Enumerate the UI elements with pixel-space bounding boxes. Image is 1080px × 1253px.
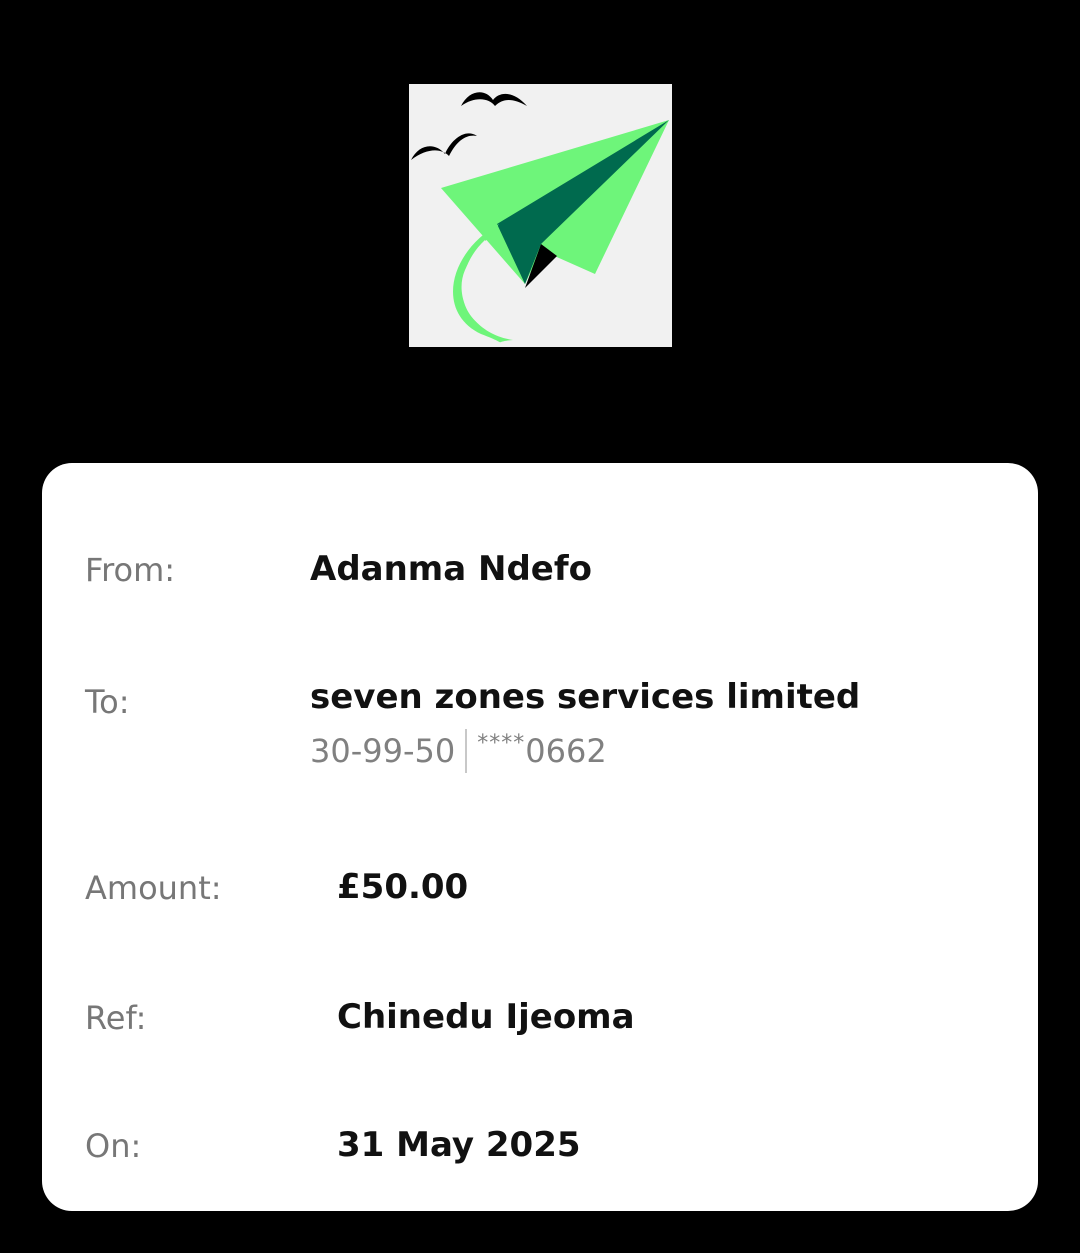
date-label: On: bbox=[85, 1127, 142, 1165]
ref-label: Ref: bbox=[85, 999, 147, 1037]
transfer-receipt-screen: From: Adanma Ndefo To: seven zones servi… bbox=[0, 0, 1080, 1253]
amount-label: Amount: bbox=[85, 869, 222, 907]
amount-value: £50.00 bbox=[337, 867, 469, 907]
from-value: Adanma Ndefo bbox=[310, 549, 593, 589]
from-label: From: bbox=[85, 551, 176, 589]
to-value: seven zones services limited bbox=[310, 677, 861, 717]
transfer-details-card: From: Adanma Ndefo To: seven zones servi… bbox=[42, 463, 1038, 1211]
date-value: 31 May 2025 bbox=[337, 1125, 581, 1165]
account-mask: **** bbox=[477, 730, 526, 756]
account-details: 30-99-50 **** 0662 bbox=[310, 729, 607, 773]
ref-value: Chinedu Ijeoma bbox=[337, 997, 635, 1037]
account-last-digits: 0662 bbox=[525, 732, 607, 770]
separator bbox=[465, 729, 468, 773]
sort-code: 30-99-50 bbox=[310, 732, 456, 770]
paper-plane-logo-icon bbox=[409, 84, 672, 347]
to-label: To: bbox=[85, 683, 130, 721]
